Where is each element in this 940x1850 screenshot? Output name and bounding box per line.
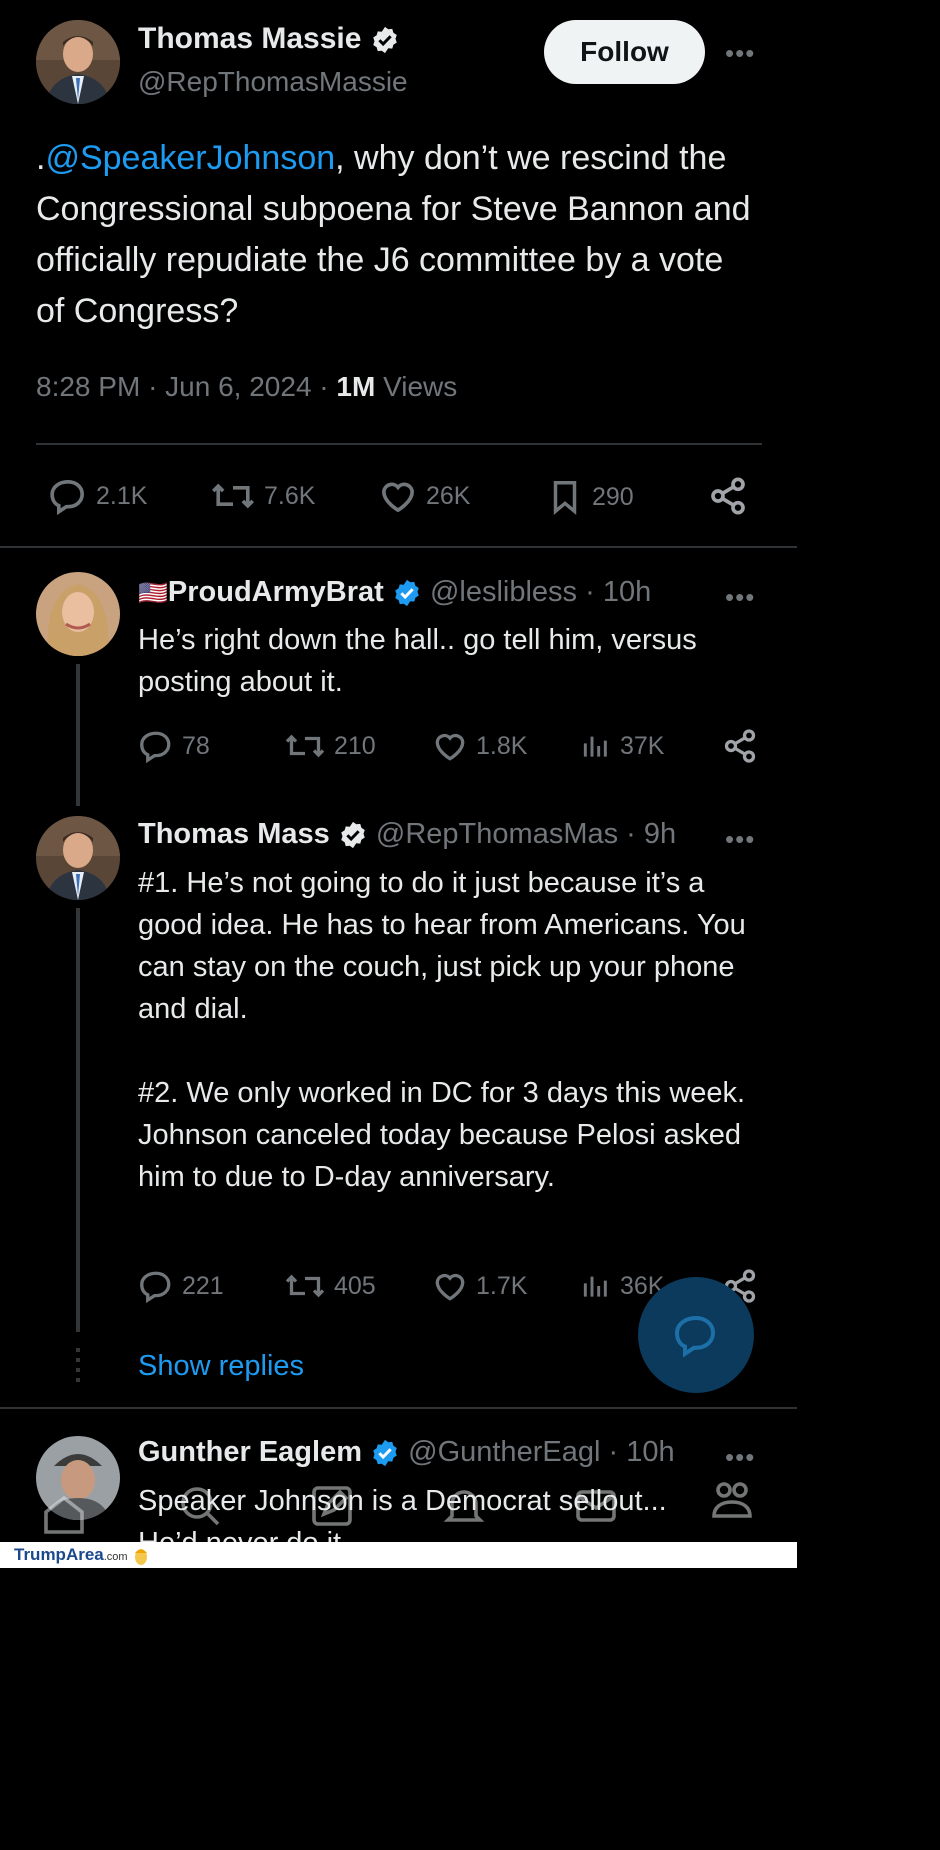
reply-bubble-icon bbox=[674, 1315, 716, 1358]
follow-button[interactable]: Follow bbox=[544, 20, 705, 84]
author-name-text[interactable]: Thomas Massie bbox=[138, 22, 361, 55]
reply-time[interactable]: 10h bbox=[603, 576, 651, 608]
search-icon[interactable] bbox=[176, 1482, 224, 1530]
separator: · bbox=[626, 818, 636, 850]
views-label: Views bbox=[383, 371, 458, 402]
reply-header: 🇺🇸ProudArmyBrat @leslibless · 10h bbox=[138, 576, 651, 609]
repost-button[interactable]: 210 bbox=[284, 728, 376, 764]
avatar[interactable] bbox=[36, 572, 120, 656]
thread-line bbox=[76, 908, 80, 1332]
us-flag-icon: 🇺🇸 bbox=[138, 580, 168, 607]
like-button[interactable]: 1.7K bbox=[432, 1268, 527, 1304]
reply-button[interactable]: 221 bbox=[138, 1268, 224, 1304]
repost-count: 210 bbox=[334, 731, 376, 760]
reply-icon bbox=[50, 479, 85, 516]
repost-count: 7.6K bbox=[264, 481, 316, 510]
repost-icon bbox=[212, 483, 254, 509]
repost-icon bbox=[285, 734, 325, 758]
reply-count: 78 bbox=[182, 731, 210, 760]
share-button[interactable] bbox=[722, 728, 758, 769]
views-button[interactable]: 37K bbox=[580, 728, 664, 764]
section-divider bbox=[0, 1407, 797, 1409]
follow-label: Follow bbox=[580, 36, 669, 67]
heart-icon bbox=[435, 1273, 465, 1301]
home-icon[interactable] bbox=[40, 1490, 88, 1538]
thread-line bbox=[76, 664, 80, 806]
like-button[interactable]: 26K bbox=[378, 476, 470, 516]
verified-badge-icon bbox=[395, 580, 419, 607]
more-options-icon[interactable]: ••• bbox=[725, 824, 755, 855]
reply-count: 221 bbox=[182, 1271, 224, 1300]
reply-text: #1. He’s not going to do it just because… bbox=[138, 867, 746, 1193]
more-options-icon[interactable]: ••• bbox=[725, 38, 755, 69]
reply-count: 2.1K bbox=[96, 481, 148, 510]
author-photo bbox=[36, 20, 120, 104]
tweet-time[interactable]: 8:28 PM bbox=[36, 371, 140, 402]
author-name[interactable]: Thomas Massie bbox=[138, 22, 400, 56]
tweet-text: .@SpeakerJohnson, why don’t we rescind t… bbox=[36, 133, 756, 337]
tweet-date[interactable]: Jun 6, 2024 bbox=[165, 371, 311, 402]
author-photo bbox=[36, 572, 120, 656]
separator: · bbox=[319, 371, 329, 402]
like-count: 1.8K bbox=[476, 731, 528, 760]
views-chart-icon bbox=[583, 736, 607, 757]
watermark-suffix: .com bbox=[103, 1551, 128, 1563]
more-options-icon[interactable]: ••• bbox=[725, 582, 755, 613]
reply-text: He’s right down the hall.. go tell him, … bbox=[138, 624, 697, 698]
mention-link[interactable]: @SpeakerJohnson bbox=[45, 139, 335, 177]
author-handle[interactable]: @RepThomasMas bbox=[376, 818, 618, 850]
floating-reply-button[interactable] bbox=[638, 1277, 754, 1393]
repost-icon bbox=[285, 1274, 325, 1298]
author-name[interactable]: ProudArmyBrat bbox=[168, 576, 384, 608]
communities-icon[interactable] bbox=[708, 1476, 756, 1524]
share-icon bbox=[711, 477, 745, 515]
author-handle[interactable]: @RepThomasMassie bbox=[138, 66, 408, 98]
thread-dots bbox=[76, 1348, 80, 1384]
separator: · bbox=[585, 576, 595, 608]
verified-badge-icon bbox=[373, 26, 397, 54]
tweet-meta: 8:28 PM · Jun 6, 2024 · 1M Views bbox=[36, 371, 457, 403]
divider bbox=[36, 443, 762, 445]
bookmark-button[interactable]: 290 bbox=[546, 476, 634, 518]
compose-icon[interactable] bbox=[308, 1482, 356, 1530]
repost-count: 405 bbox=[334, 1271, 376, 1300]
reply-icon bbox=[140, 731, 171, 764]
section-divider bbox=[0, 546, 797, 548]
repost-button[interactable]: 405 bbox=[284, 1268, 376, 1304]
share-button[interactable] bbox=[708, 476, 748, 521]
watermark-brand: TrumpArea bbox=[14, 1545, 104, 1564]
reply-button[interactable]: 78 bbox=[138, 728, 210, 764]
author-handle[interactable]: @leslibless bbox=[430, 576, 577, 608]
like-count: 1.7K bbox=[476, 1271, 528, 1300]
reply-header: Thomas Mass @RepThomasMas · 9h bbox=[138, 818, 676, 851]
like-count: 26K bbox=[426, 481, 471, 510]
show-replies-link[interactable]: Show replies bbox=[138, 1350, 304, 1383]
reply-button[interactable]: 2.1K bbox=[48, 476, 147, 516]
heart-icon bbox=[435, 733, 465, 761]
notifications-icon[interactable] bbox=[440, 1482, 488, 1530]
messages-icon[interactable] bbox=[572, 1482, 620, 1530]
watermark-logo-icon bbox=[135, 1548, 148, 1565]
like-button[interactable]: 1.8K bbox=[432, 728, 527, 764]
repost-button[interactable]: 7.6K bbox=[210, 476, 315, 516]
author-name[interactable]: Thomas Mass bbox=[138, 818, 330, 850]
avatar[interactable] bbox=[36, 20, 120, 104]
heart-icon bbox=[381, 482, 415, 513]
reply-time[interactable]: 9h bbox=[644, 818, 676, 850]
reply-icon bbox=[140, 1271, 171, 1304]
avatar[interactable] bbox=[36, 816, 120, 900]
bookmark-count: 290 bbox=[592, 482, 634, 511]
watermark: TrumpArea.com bbox=[14, 1545, 150, 1566]
author-photo bbox=[36, 816, 120, 900]
views-count: 37K bbox=[620, 731, 665, 760]
views-count: 1M bbox=[336, 371, 376, 402]
share-icon bbox=[724, 729, 756, 763]
bookmark-icon bbox=[553, 481, 577, 515]
views-chart-icon bbox=[583, 1276, 607, 1297]
verified-badge-icon bbox=[341, 822, 365, 849]
separator: · bbox=[148, 371, 158, 402]
